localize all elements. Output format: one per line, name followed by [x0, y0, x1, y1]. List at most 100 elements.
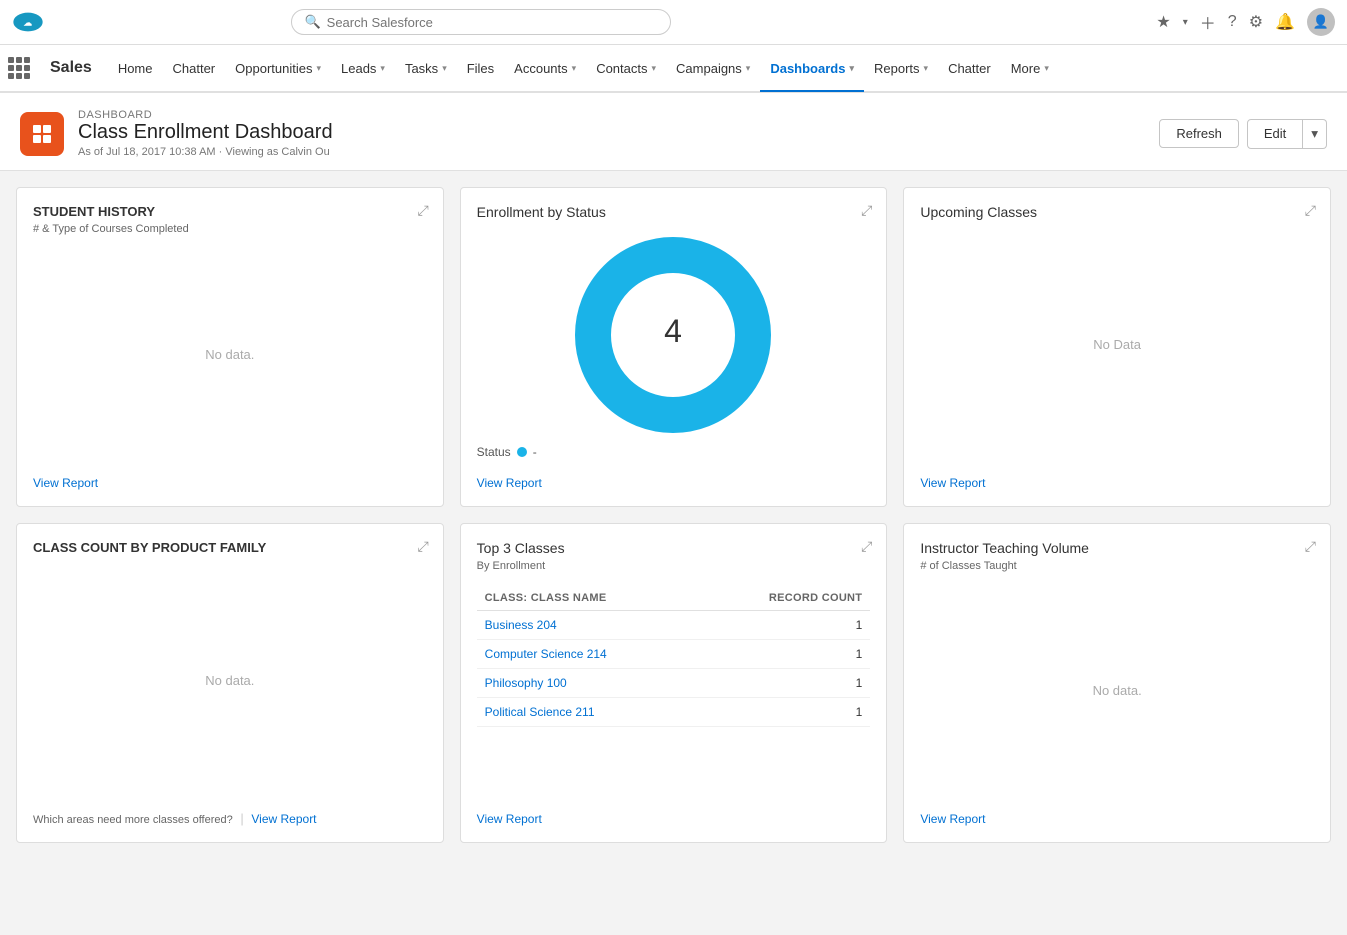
chevron-down-icon: ▾: [924, 63, 929, 74]
nav-item-tasks[interactable]: Tasks▾: [395, 46, 457, 92]
top3-title: Top 3 Classes: [477, 540, 871, 556]
nav-bar: Sales Home Chatter Opportunities▾ Leads▾…: [0, 45, 1347, 93]
edit-button[interactable]: Edit: [1247, 119, 1303, 149]
nav-item-campaigns[interactable]: Campaigns▾: [666, 46, 760, 92]
nav-items: Home Chatter Opportunities▾ Leads▾ Tasks…: [108, 45, 1059, 91]
instructor-volume-title: Instructor Teaching Volume: [920, 540, 1314, 556]
page-subtitle: As of Jul 18, 2017 10:38 AM · Viewing as…: [78, 146, 333, 158]
search-icon: 🔍: [304, 14, 320, 30]
nav-item-files[interactable]: Files: [457, 46, 504, 92]
student-history-no-data: No data.: [33, 243, 427, 465]
expand-icon[interactable]: ⤢: [417, 202, 428, 219]
page-header: DASHBOARD Class Enrollment Dashboard As …: [0, 93, 1347, 171]
class-name-cell: Philosophy 100: [477, 669, 697, 698]
chevron-down-icon: ▾: [746, 63, 751, 74]
nav-item-contacts[interactable]: Contacts▾: [586, 46, 666, 92]
enrollment-status-footer: View Report: [477, 465, 871, 490]
table-row: Political Science 211 1: [477, 698, 871, 727]
widget-class-count: Class Count by Product Family ⤢ No data.…: [16, 523, 444, 843]
record-count-cell: 1: [696, 698, 870, 727]
notifications-icon[interactable]: 🔔: [1275, 12, 1295, 32]
record-count-cell: 1: [696, 611, 870, 640]
col-class-name: CLASS: CLASS NAME: [477, 586, 697, 611]
expand-icon[interactable]: ⤢: [1305, 202, 1316, 219]
class-name-cell: Computer Science 214: [477, 640, 697, 669]
widget-instructor-volume: Instructor Teaching Volume # of Classes …: [903, 523, 1331, 843]
settings-icon[interactable]: ⚙: [1249, 12, 1263, 32]
upcoming-classes-view-report[interactable]: View Report: [920, 476, 985, 490]
donut-center-value: 4: [665, 313, 683, 349]
student-history-view-report[interactable]: View Report: [33, 476, 98, 490]
dashboard-grid: STUDENT HISTORY # & Type of Courses Comp…: [0, 171, 1347, 859]
chevron-down-icon: ▾: [380, 63, 385, 74]
instructor-volume-view-report[interactable]: View Report: [920, 812, 985, 826]
class-name-link[interactable]: Business 204: [485, 618, 557, 632]
chevron-down-icon: ▾: [652, 63, 657, 74]
chevron-down-icon: ▾: [849, 63, 854, 74]
record-count-cell: 1: [696, 640, 870, 669]
top3-footer: View Report: [477, 801, 871, 826]
favorites-dropdown-icon[interactable]: ▾: [1183, 17, 1188, 28]
top3-subtitle: By Enrollment: [477, 560, 871, 572]
table-row: Philosophy 100 1: [477, 669, 871, 698]
expand-icon[interactable]: ⤢: [1305, 538, 1316, 555]
class-name-link[interactable]: Philosophy 100: [485, 676, 567, 690]
legend-dash: -: [533, 445, 537, 459]
nav-item-opportunities[interactable]: Opportunities▾: [225, 46, 331, 92]
class-count-view-report[interactable]: View Report: [251, 812, 316, 826]
nav-item-leads[interactable]: Leads▾: [331, 46, 395, 92]
widget-student-history-title: STUDENT HISTORY: [33, 204, 427, 219]
favorites-icon[interactable]: ★: [1156, 12, 1170, 32]
edit-dropdown-button[interactable]: ▾: [1303, 119, 1327, 149]
chevron-down-icon: ▾: [442, 63, 447, 74]
footer-pipe: |: [240, 811, 247, 826]
nav-item-chatter1[interactable]: Chatter: [163, 46, 226, 92]
class-count-no-data: No data.: [33, 559, 427, 801]
salesforce-logo[interactable]: ☁: [12, 6, 44, 38]
expand-icon[interactable]: ⤢: [861, 202, 872, 219]
page-title: Class Enrollment Dashboard: [78, 121, 333, 144]
widget-student-history-subtitle: # & Type of Courses Completed: [33, 223, 427, 235]
nav-item-accounts[interactable]: Accounts▾: [504, 46, 586, 92]
refresh-button[interactable]: Refresh: [1159, 119, 1239, 148]
top3-table: CLASS: CLASS NAME RECORD COUNT Business …: [477, 586, 871, 727]
enrollment-status-title: Enrollment by Status: [477, 204, 871, 220]
page-header-left: DASHBOARD Class Enrollment Dashboard As …: [20, 109, 333, 158]
avatar[interactable]: 👤: [1307, 8, 1335, 36]
nav-item-chatter2[interactable]: Chatter: [938, 46, 1001, 92]
student-history-footer: View Report: [33, 465, 427, 490]
class-name-cell: Business 204: [477, 611, 697, 640]
app-name: Sales: [38, 59, 104, 77]
expand-icon[interactable]: ⤢: [861, 538, 872, 555]
col-record-count: RECORD COUNT: [696, 586, 870, 611]
top-bar: ☁ 🔍 ★ ▾ ＋ ? ⚙ 🔔 👤: [0, 0, 1347, 45]
nav-item-reports[interactable]: Reports▾: [864, 46, 938, 92]
add-icon[interactable]: ＋: [1200, 10, 1216, 34]
top3-view-report[interactable]: View Report: [477, 812, 542, 826]
edit-btn-group: Edit ▾: [1247, 119, 1327, 149]
class-name-link[interactable]: Political Science 211: [485, 705, 595, 719]
nav-item-more[interactable]: More▾: [1001, 46, 1059, 92]
nav-item-dashboards[interactable]: Dashboards▾: [760, 46, 864, 92]
svg-text:☁: ☁: [24, 17, 33, 27]
enrollment-status-view-report[interactable]: View Report: [477, 476, 542, 490]
class-count-title: Class Count by Product Family: [33, 540, 427, 555]
app-launcher-icon[interactable]: [8, 57, 30, 79]
class-count-footer-text: Which areas need more classes offered?: [33, 814, 233, 826]
widget-top3-classes: Top 3 Classes By Enrollment ⤢ CLASS: CLA…: [460, 523, 888, 843]
widget-enrollment-status: Enrollment by Status ⤢ 4 Status - View R…: [460, 187, 888, 507]
expand-icon[interactable]: ⤢: [417, 538, 428, 555]
help-icon[interactable]: ?: [1228, 13, 1237, 31]
search-input[interactable]: [327, 15, 659, 30]
table-row: Computer Science 214 1: [477, 640, 871, 669]
class-name-link[interactable]: Computer Science 214: [485, 647, 607, 661]
donut-svg: 4: [573, 235, 773, 435]
class-count-footer: Which areas need more classes offered? |…: [33, 801, 427, 826]
legend-status-label: Status: [477, 445, 511, 459]
upcoming-classes-title: Upcoming Classes: [920, 204, 1314, 220]
page-title-section: DASHBOARD Class Enrollment Dashboard As …: [78, 109, 333, 158]
instructor-volume-no-data: No data.: [920, 580, 1314, 801]
page-actions: Refresh Edit ▾: [1159, 119, 1327, 149]
nav-item-home[interactable]: Home: [108, 46, 163, 92]
class-name-cell: Political Science 211: [477, 698, 697, 727]
